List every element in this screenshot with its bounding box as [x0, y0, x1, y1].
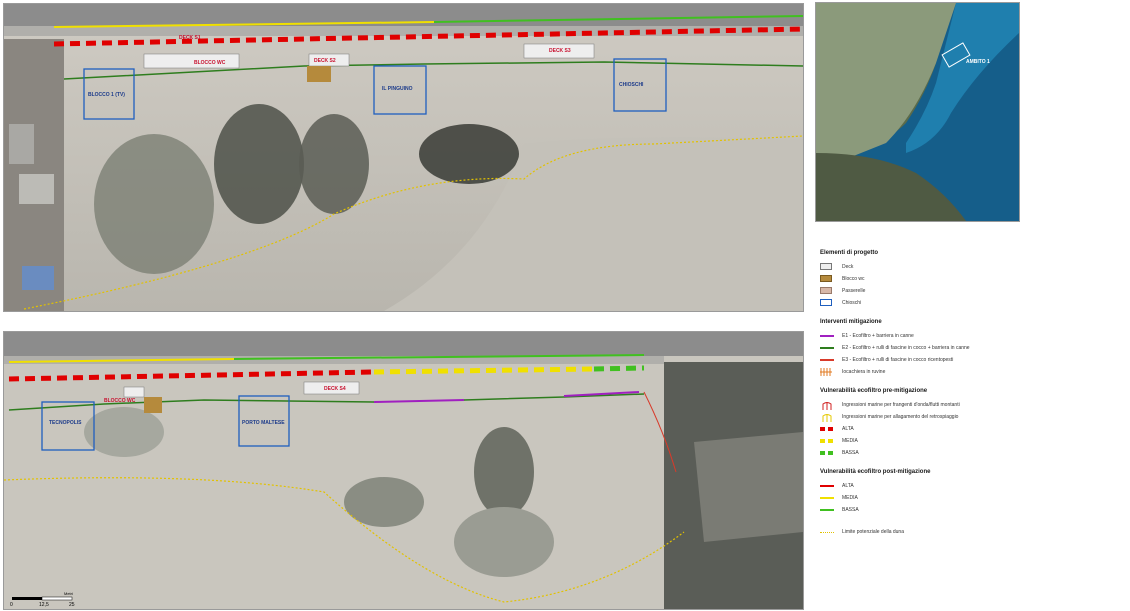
legend-item: Passerelle [820, 285, 1120, 297]
legend-item: Iocachiera in ruvine [820, 366, 1120, 378]
legend-symbol [820, 506, 834, 514]
legend-group-title: Elementi di progetto [820, 250, 879, 256]
legend-symbol [820, 356, 834, 364]
inset-location-map[interactable]: AMBITO 1 [815, 2, 1020, 222]
legend-item: E2 - Ecofiltro + rulli di fascine in coc… [820, 342, 1120, 354]
label-chiosco-2: IL PINGUINO [382, 86, 413, 92]
legend-item: E3 - Ecofiltro + rulli di fascine in coc… [820, 354, 1120, 366]
legend-symbol [820, 287, 834, 295]
legend-group-title: Interventi mitigazione [820, 319, 882, 325]
label-wc-top: BLOCCO WC [194, 60, 226, 66]
scale-tick-1: 12,5 [39, 602, 49, 608]
legend-label: E1 - Ecofiltro + barriera in canne [842, 333, 914, 339]
legend-symbol [820, 528, 834, 536]
legend-label: Ingressioni marine per allagamento del r… [842, 414, 959, 420]
wave-intrusion-icon [820, 413, 834, 422]
legend-symbol [820, 494, 834, 502]
legend-label: MEDIA [842, 495, 858, 501]
legend-label: Deck [842, 264, 854, 270]
legend-item: ALTA [820, 423, 1120, 435]
legend-label: ALTA [842, 483, 854, 489]
legend-group-title: Vulnerabilità ecofiltro post-mitigazione [820, 469, 931, 475]
legend-group: Interventi mitigazione E1 - Ecofiltro + b… [820, 319, 1120, 378]
legend-label: Ingressioni marine per frangenti d'onda/… [842, 402, 960, 408]
legend-label: Limite potenziale della duna [842, 529, 904, 535]
legend-symbol [820, 344, 834, 352]
legend-group-title: Vulnerabilità ecofiltro pre-mitigazione [820, 388, 928, 394]
hatch-icon [820, 368, 834, 376]
map-legend: Elementi di progetto Deck Blocco wc Passere… [820, 250, 1120, 548]
aerial-map-bottom[interactable]: BLOCCO WC DECK S4 TECNOPOLIS PORTO MALTE… [3, 331, 804, 610]
legend-item: E1 - Ecofiltro + barriera in canne [820, 330, 1120, 342]
label-chiosco-1: BLOCCO 1 (TV) [88, 92, 125, 98]
legend-label: E3 - Ecofiltro + rulli di fascine in coc… [842, 357, 954, 363]
legend-label: ALTA [842, 426, 854, 432]
legend-symbol [820, 332, 834, 340]
aerial-map-top[interactable]: DECK S1 DECK S2 DECK S3 BLOCCO 1 (TV) IL… [3, 3, 804, 312]
legend-item: ALTA [820, 480, 1120, 492]
legend-label: Blocco wc [842, 276, 865, 282]
label-chiosco-3: CHIOSCHI [619, 82, 644, 88]
label-deck-s3: DECK S3 [549, 48, 571, 54]
scale-tick-2: 25 [69, 602, 75, 608]
label-wc-bottom: BLOCCO WC [104, 398, 136, 404]
legend-group: Vulnerabilità ecofiltro pre-mitigazione I… [820, 388, 1120, 459]
label-chiosco-5: PORTO MALTESE [242, 420, 285, 426]
scale-tick-0: 0 [10, 602, 13, 608]
legend-group: Limite potenziale della duna [820, 526, 1120, 538]
legend-symbol [820, 263, 834, 271]
legend-symbol [820, 299, 834, 307]
legend-item: BASSA [820, 504, 1120, 516]
legend-label: E2 - Ecofiltro + rulli di fascine in coc… [842, 345, 970, 351]
label-deck-s1: DECK S1 [179, 35, 201, 41]
legend-item: Ingressioni marine per allagamento del r… [820, 411, 1120, 423]
legend-symbol [820, 425, 834, 433]
legend-item: Deck [820, 261, 1120, 273]
legend-group: Vulnerabilità ecofiltro post-mitigazione… [820, 469, 1120, 516]
legend-symbol [820, 275, 834, 283]
legend-item: MEDIA [820, 435, 1120, 447]
legend-symbol [820, 437, 834, 445]
legend-item: BASSA [820, 447, 1120, 459]
legend-label: MEDIA [842, 438, 858, 444]
wave-intrusion-icon [820, 401, 834, 410]
legend-item: Chioschi [820, 297, 1120, 309]
legend-label: Chioschi [842, 300, 862, 306]
legend-item: Blocco wc [820, 273, 1120, 285]
legend-label: Iocachiera in ruvine [842, 369, 886, 375]
legend-group: Elementi di progetto Deck Blocco wc Passere… [820, 250, 1120, 309]
legend-item: Ingressioni marine per frangenti d'onda/… [820, 399, 1120, 411]
legend-label: BASSA [842, 450, 859, 456]
legend-item: MEDIA [820, 492, 1120, 504]
scale-unit: Metri [64, 591, 73, 596]
label-deck-s4: DECK S4 [324, 386, 346, 392]
legend-label: Passerelle [842, 288, 866, 294]
legend-item: Limite potenziale della duna [820, 526, 1120, 538]
legend-label: BASSA [842, 507, 859, 513]
inset-ambito-label: AMBITO 1 [966, 59, 990, 65]
label-deck-s2: DECK S2 [314, 58, 336, 64]
legend-symbol [820, 449, 834, 457]
label-chiosco-4: TECNOPOLIS [49, 420, 82, 426]
legend-symbol [820, 482, 834, 490]
